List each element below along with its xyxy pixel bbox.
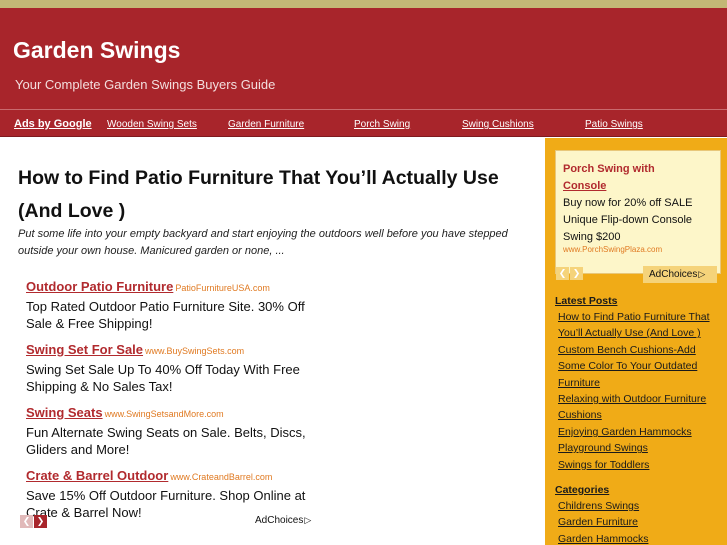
sidebar-ad[interactable]: Porch Swing with Console Buy now for 20%… [555, 150, 721, 274]
site-header: Garden Swings Your Complete Garden Swing… [0, 8, 727, 109]
sidebar-ad-pager: ❮ ❯ [556, 267, 584, 285]
ad-unit: Swing Set For Sale www.BuySwingSets.com S… [26, 340, 328, 395]
ad-pager: ❮ ❯ [20, 515, 48, 533]
site-tagline: Your Complete Garden Swings Buyers Guide [15, 77, 276, 92]
list-item[interactable]: Childrens Swings [555, 498, 727, 514]
google-ad-block: Outdoor Patio Furniture PatioFurnitureUSA… [18, 277, 328, 529]
post-excerpt: Put some life into your empty backyard a… [18, 228, 508, 257]
post-title[interactable]: How to Find Patio Furniture That You’ll … [18, 162, 528, 228]
adchoices-label: AdChoices [649, 269, 698, 280]
ads-by-google-link[interactable]: Ads by Google [14, 118, 92, 130]
list-item[interactable]: Enjoying Garden Hammocks [555, 424, 727, 440]
list-item[interactable]: Garden Furniture [555, 514, 727, 530]
nav-link-garden-furniture[interactable]: Garden Furniture [228, 119, 304, 130]
nav-link-porch-swing[interactable]: Porch Swing [354, 119, 410, 130]
chevron-left-icon[interactable]: ❮ [20, 515, 33, 528]
nav-link-patio-swings[interactable]: Patio Swings [585, 119, 643, 130]
sidebar-ad-title[interactable]: Porch Swing with Console [563, 161, 713, 195]
chevron-right-icon[interactable]: ❯ [34, 515, 47, 528]
ad-unit: Swing Seats www.SwingSetsandMore.com Fun … [26, 403, 328, 458]
top-strip [0, 0, 727, 8]
list-item[interactable]: Some Color To Your Outdated [555, 358, 727, 374]
adchoices-label: AdChoices [255, 515, 304, 526]
ad-unit: Crate & Barrel Outdoor www.CrateandBarrel… [26, 466, 328, 521]
ad-title-link[interactable]: Swing Set For Sale [26, 342, 143, 357]
nav-link-wooden-swing-sets[interactable]: Wooden Swing Sets [107, 119, 197, 130]
ad-url[interactable]: www.SwingSetsandMore.com [105, 409, 224, 419]
list-item[interactable]: Garden Hammocks [555, 531, 727, 545]
ad-unit: Outdoor Patio Furniture PatioFurnitureUSA… [26, 277, 328, 332]
sidebar-ad-title-line2: Console [563, 180, 607, 192]
categories-list: Childrens Swings Garden Furniture Garden… [555, 498, 727, 545]
ad-title-link[interactable]: Crate & Barrel Outdoor [26, 468, 168, 483]
ad-links-navbar: Ads by Google Wooden Swing Sets Garden F… [0, 109, 727, 137]
ad-url[interactable]: www.BuySwingSets.com [145, 346, 244, 356]
categories-section: Categories Childrens Swings Garden Furni… [555, 482, 727, 545]
adchoices-icon: ▷ [304, 515, 312, 525]
nav-link-swing-cushions[interactable]: Swing Cushions [462, 119, 534, 130]
list-item[interactable]: Playground Swings [555, 440, 727, 456]
adchoices-link[interactable]: AdChoices▷ [255, 515, 311, 526]
sidebar-ad-title-line1: Porch Swing with [563, 163, 655, 175]
sidebar-ad-description: Buy now for 20% off SALE Unique Flip-dow… [563, 197, 693, 243]
latest-posts-heading: Latest Posts [555, 295, 618, 307]
sidebar-adchoices-link[interactable]: AdChoices▷ [643, 266, 717, 283]
latest-posts-list: How to Find Patio Furniture That You’ll … [555, 309, 727, 473]
latest-posts-section: Latest Posts How to Find Patio Furniture… [555, 293, 727, 473]
main-content: How to Find Patio Furniture That You’ll … [0, 138, 545, 545]
ad-description: Swing Set Sale Up To 40% Off Today With … [26, 362, 300, 394]
list-item[interactable]: How to Find Patio Furniture That [555, 309, 727, 325]
ad-description: Top Rated Outdoor Patio Furniture Site. … [26, 299, 305, 331]
categories-heading: Categories [555, 484, 610, 496]
ad-title-link[interactable]: Swing Seats [26, 405, 103, 420]
sidebar-ad-url[interactable]: www.PorchSwingPlaza.com [563, 245, 662, 254]
ad-url[interactable]: www.CrateandBarrel.com [170, 472, 272, 482]
ad-title-link[interactable]: Outdoor Patio Furniture [26, 279, 173, 294]
list-item[interactable]: Custom Bench Cushions-Add [555, 342, 727, 358]
ad-description: Fun Alternate Swing Seats on Sale. Belts… [26, 425, 306, 457]
list-item[interactable]: Swings for Toddlers [555, 457, 727, 473]
list-item[interactable]: Furniture [555, 375, 727, 391]
list-item[interactable]: You’ll Actually Use (And Love ) [555, 325, 727, 341]
adchoices-icon: ▷ [698, 269, 706, 279]
chevron-right-icon[interactable]: ❯ [570, 267, 583, 280]
ad-url[interactable]: PatioFurnitureUSA.com [175, 283, 270, 293]
site-title[interactable]: Garden Swings [13, 37, 180, 64]
list-item[interactable]: Relaxing with Outdoor Furniture [555, 391, 727, 407]
list-item[interactable]: Cushions [555, 407, 727, 423]
chevron-left-icon[interactable]: ❮ [556, 267, 569, 280]
